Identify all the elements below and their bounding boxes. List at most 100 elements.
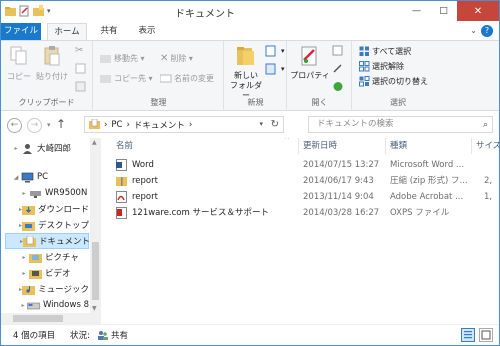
new-folder-button[interactable]: 新しい フォルダー: [229, 44, 263, 101]
scroll-up-icon[interactable]: ▲: [92, 139, 97, 146]
easy-access-icon[interactable]: ▾: [265, 63, 285, 75]
expanded-chevron-icon[interactable]: ◢: [11, 174, 21, 181]
edit-icon[interactable]: [332, 63, 344, 74]
collapsed-chevron-icon[interactable]: ▸: [19, 302, 27, 309]
tab-home[interactable]: ホーム: [47, 23, 87, 40]
file-row[interactable]: Word 2014/07/15 13:27 Microsoft Word ...: [104, 157, 499, 173]
rename-button[interactable]: 名前の変更: [160, 73, 214, 84]
new-group-label: 新規: [247, 98, 264, 107]
nav-item-label: ダウンロード: [38, 205, 90, 215]
details-view-button[interactable]: [461, 328, 475, 342]
properties-button[interactable]: プロパティ: [290, 44, 330, 81]
nav-item-label: WR9500N: [45, 188, 88, 198]
pdf-icon: [116, 191, 127, 203]
ribbon: コピー 貼り付け ✂ クリップボード 移動先 ▾ コピー先 ▾ ✕ 削除 ▾ 名…: [1, 40, 499, 111]
collapsed-chevron-icon[interactable]: ▸: [19, 190, 29, 197]
nav-hscrollbar[interactable]: [1, 313, 101, 324]
column-divider[interactable]: [385, 138, 386, 154]
select-group: すべて選択 選択解除 選択の切り替え 選択: [353, 41, 443, 111]
column-header-modified[interactable]: 更新日時: [303, 138, 337, 154]
nav-item[interactable]: ▸ 大崎四郎: [1, 140, 89, 156]
nav-item[interactable]: ▸ ダウンロード: [1, 201, 89, 217]
file-type: Microsoft Word ...: [390, 160, 465, 170]
nav-item[interactable]: ▸ ドキュメント: [5, 233, 90, 249]
open-icon[interactable]: [332, 45, 344, 56]
nav-scroll-thumb[interactable]: [92, 242, 99, 300]
help-icon[interactable]: ?: [481, 25, 493, 37]
nav-scrollbar[interactable]: ▲ ▼: [90, 138, 101, 313]
scroll-down-icon[interactable]: ▼: [92, 305, 97, 312]
invert-selection-label: 選択の切り替え: [372, 77, 428, 86]
nav-item[interactable]: ▸ Windows 8: [1, 297, 89, 313]
tab-file[interactable]: ファイル: [1, 23, 41, 40]
tab-share[interactable]: 共有: [93, 23, 125, 40]
title-bar: ▾ ドキュメント — □ ✕: [1, 1, 499, 23]
back-button[interactable]: ←: [7, 118, 22, 133]
breadcrumb-documents[interactable]: ドキュメント: [134, 119, 185, 131]
rename-label: 名前の変更: [174, 74, 214, 83]
delete-icon: ✕: [160, 53, 169, 64]
ribbon-collapse-icon[interactable]: ⌄: [470, 26, 477, 35]
drive-icon: [27, 300, 40, 311]
select-all-label: すべて選択: [372, 47, 412, 56]
search-input[interactable]: ドキュメントの検索 ⌕: [308, 116, 493, 133]
move-to-button[interactable]: 移動先 ▾: [100, 53, 145, 64]
address-dropdown-icon[interactable]: ▾: [259, 120, 263, 128]
nav-item-label: ミュージック: [38, 285, 89, 295]
file-size: [484, 157, 499, 173]
new-group: 新しい フォルダー ▾ ▾ 新規: [225, 41, 287, 111]
select-all-button[interactable]: すべて選択: [359, 46, 411, 57]
select-none-button[interactable]: 選択解除: [359, 61, 404, 72]
column-header-type[interactable]: 種類: [390, 138, 407, 154]
copy-button[interactable]: コピー: [7, 45, 31, 82]
paste-shortcut-icon[interactable]: [75, 81, 86, 92]
maximize-button[interactable]: □: [430, 1, 457, 21]
file-row[interactable]: report 2013/11/14 9:04 Adobe Acrobat ... 1,: [104, 189, 499, 205]
forward-button[interactable]: →: [27, 118, 42, 133]
nav-item[interactable]: ▸ WR9500N: [1, 185, 89, 201]
file-type: 圧縮 (zip 形式) フ...: [390, 176, 468, 186]
close-button[interactable]: ✕: [457, 1, 499, 21]
collapsed-chevron-icon[interactable]: ▸: [11, 145, 21, 152]
column-header-size[interactable]: サイズ: [476, 138, 499, 154]
nav-item[interactable]: ▸ ビデオ: [1, 265, 89, 281]
cut-icon[interactable]: ✂: [75, 45, 83, 56]
tab-view[interactable]: 表示: [131, 23, 163, 40]
collapsed-chevron-icon[interactable]: ▸: [19, 270, 29, 277]
up-button[interactable]: ↑: [56, 117, 66, 131]
nav-item[interactable]: ▸ ミュージック: [1, 281, 89, 297]
nav-item[interactable]: ▸ ピクチャ: [1, 249, 89, 265]
delete-button[interactable]: ✕ 削除 ▾: [160, 53, 193, 64]
file-row[interactable]: report 2014/06/17 9:43 圧縮 (zip 形式) フ... 2,: [104, 173, 499, 189]
organize-group: 移動先 ▾ コピー先 ▾ ✕ 削除 ▾ 名前の変更 整理: [94, 41, 224, 111]
column-header-name[interactable]: 名前: [116, 138, 133, 154]
minimize-button[interactable]: —: [403, 1, 430, 21]
large-icons-view-button[interactable]: [479, 328, 493, 342]
breadcrumb-pc[interactable]: PC: [111, 120, 122, 130]
nav-item[interactable]: ◢ PC: [1, 169, 89, 185]
copy-to-button[interactable]: コピー先 ▾: [100, 73, 153, 84]
file-row[interactable]: 121ware.com サービス＆サポート 2014/03/28 16:27 OXP…: [104, 205, 499, 221]
new-item-icon[interactable]: ▾: [265, 45, 285, 57]
address-bar[interactable]: › PC › ドキュメント › ▾ ↻: [84, 116, 284, 133]
recent-locations-icon[interactable]: ▾: [47, 121, 51, 129]
nav-hscroll-thumb[interactable]: [13, 315, 63, 322]
music-folder-icon: [22, 284, 36, 295]
collapsed-chevron-icon[interactable]: ▸: [19, 254, 29, 261]
paste-button[interactable]: 貼り付け: [35, 45, 69, 82]
address-bar-row: ← → ▾ ↑ › PC › ドキュメント › ▾ ↻ ドキュメントの検索 ⌕: [1, 111, 499, 138]
file-list: 名前 ^ 更新日時 種類 サイズ Word 2014/07/15 13:27 Mic…: [104, 138, 499, 324]
search-icon[interactable]: ⌕: [483, 118, 488, 133]
explorer-window: ▾ ドキュメント — □ ✕ ファイル ホーム 共有 表示 ⌄ ? コピー 貼り…: [0, 0, 500, 346]
column-divider[interactable]: [471, 138, 472, 154]
nav-item[interactable]: ▸ デスクトップ: [1, 217, 89, 233]
select-none-icon: [359, 61, 370, 72]
sort-ascending-icon: ^: [284, 138, 290, 144]
file-size: 1,: [484, 192, 493, 202]
refresh-icon[interactable]: ↻: [271, 119, 279, 130]
move-to-label: 移動先 ▾: [114, 54, 145, 63]
column-divider[interactable]: [298, 138, 299, 154]
copy-path-icon[interactable]: [75, 63, 86, 74]
invert-selection-button[interactable]: 選択の切り替え: [359, 76, 428, 87]
history-icon[interactable]: [332, 81, 344, 92]
